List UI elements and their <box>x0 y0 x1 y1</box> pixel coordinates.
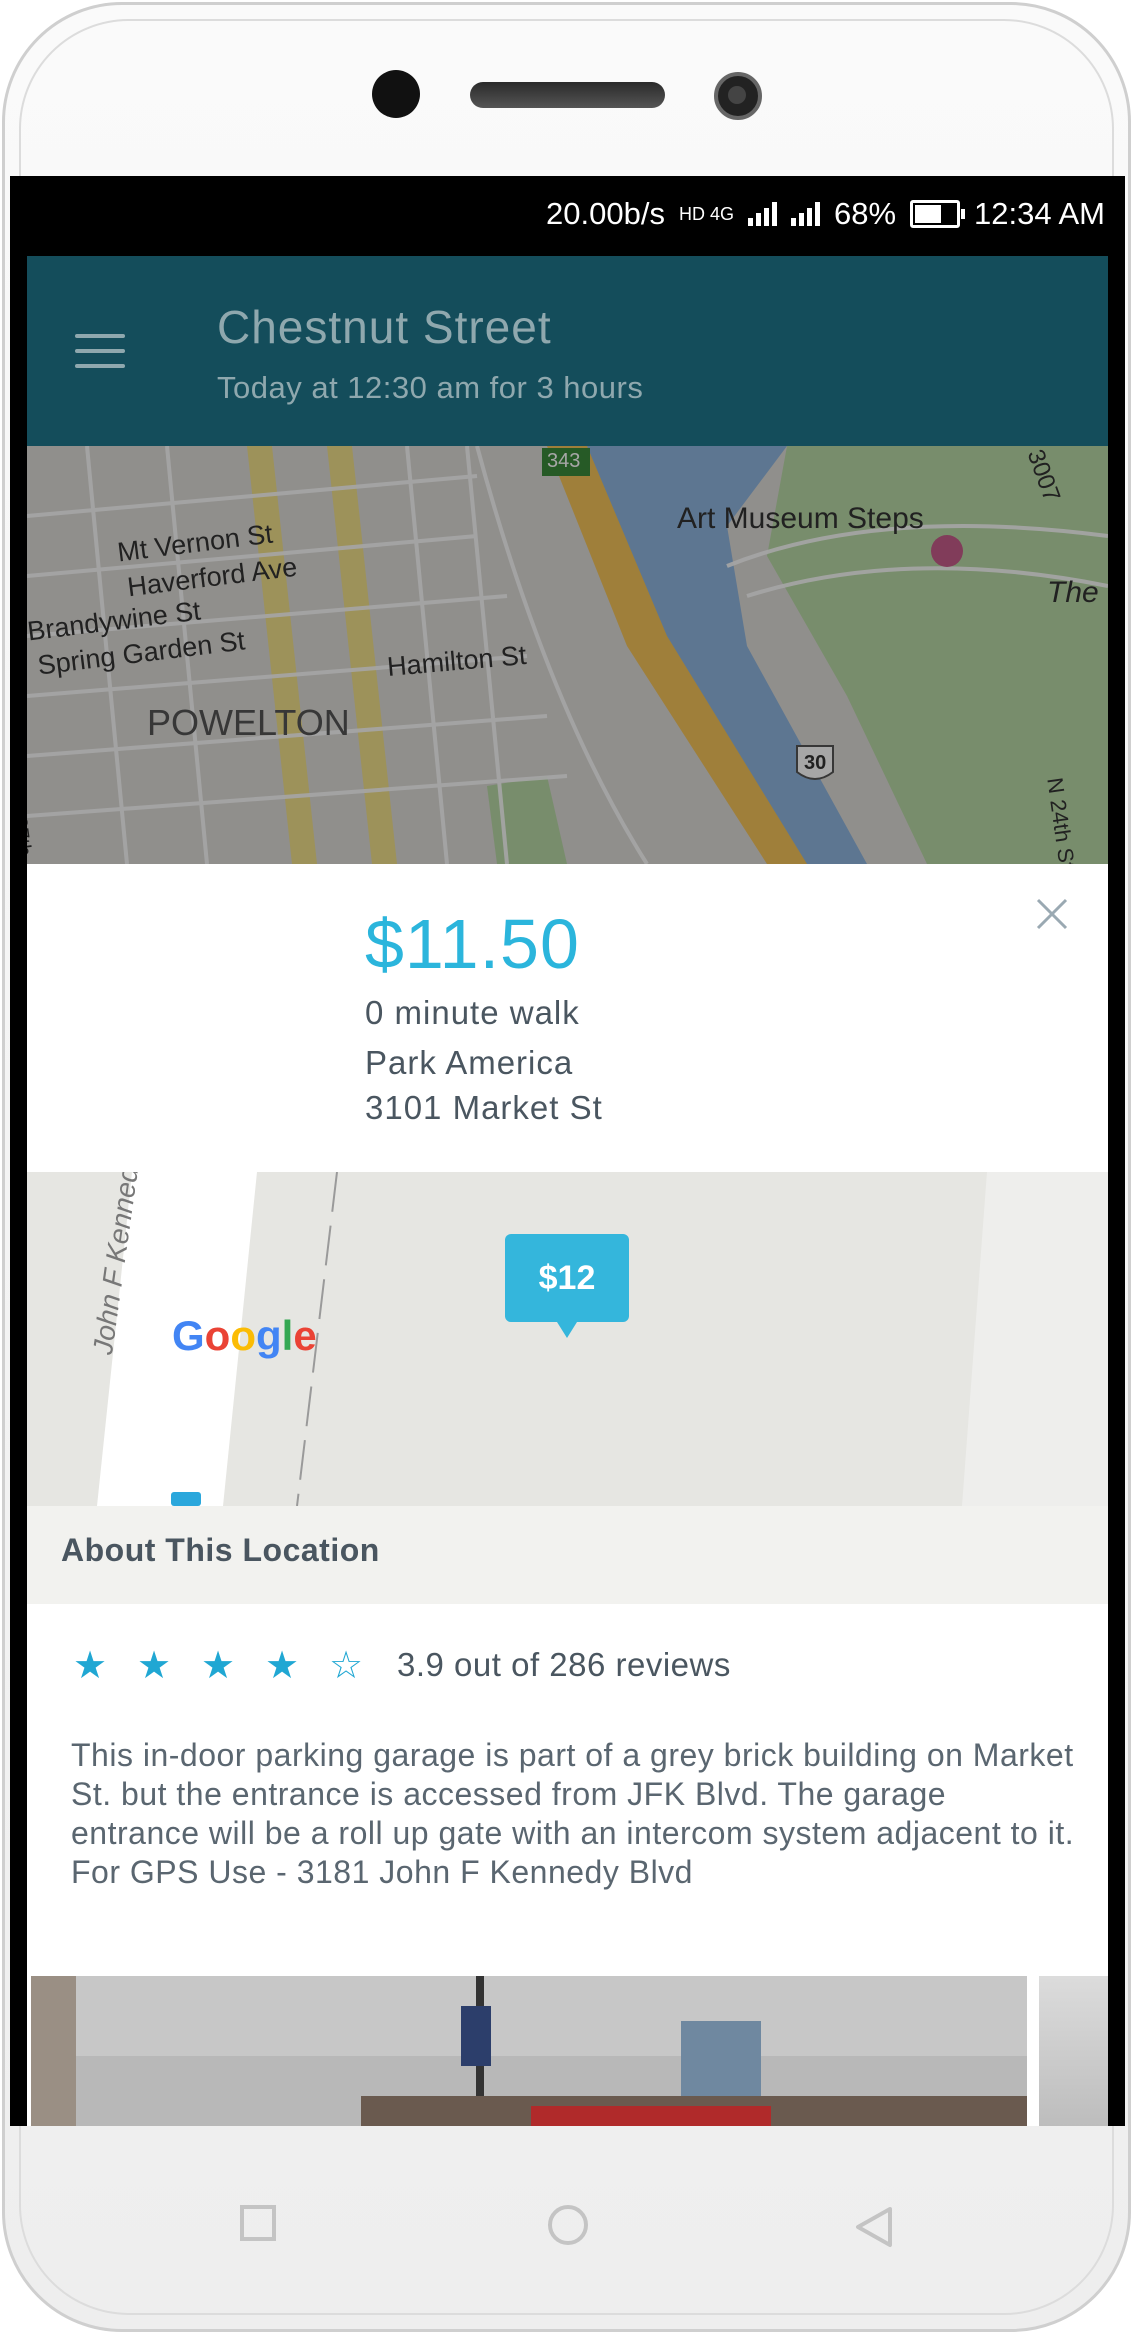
star-filled-icon: ★ <box>264 1643 300 1687</box>
walk-time: 0 minute walk <box>365 994 580 1031</box>
map-view[interactable]: 343 Art Museum Steps Mt Vernon St Haverf… <box>27 446 1108 864</box>
about-section-header: About This Location <box>27 1506 1108 1604</box>
location-photo[interactable] <box>31 1976 1027 2126</box>
star-filled-icon: ★ <box>200 1643 236 1687</box>
rating-row: ★ ★ ★ ★ ☆ 3.9 out of 286 reviews <box>67 1646 731 1684</box>
earpiece-speaker <box>470 82 665 108</box>
front-camera <box>714 72 762 120</box>
screen: 20.00b/s HD 4G 68% 12:34 AM Chestnut Str… <box>10 176 1125 2126</box>
battery-percent: 68% <box>833 196 897 231</box>
time-summary: Today at 12:30 am for 3 hours <box>217 370 644 405</box>
operator-name: Park America <box>365 1044 574 1081</box>
clock: 12:34 AM <box>974 196 1105 231</box>
photo-graphics <box>31 1976 1027 2126</box>
front-sensor <box>372 70 420 118</box>
close-icon[interactable] <box>1032 894 1072 934</box>
signal-icon-2 <box>790 202 820 226</box>
about-title: About This Location <box>61 1532 380 1568</box>
listing-card[interactable]: $11.50 0 minute walk Park America 3101 M… <box>27 864 1108 1172</box>
star-empty-icon: ☆ <box>328 1643 364 1687</box>
star-filled-icon: ★ <box>72 1643 108 1687</box>
network-type: HD 4G <box>678 203 734 224</box>
location-photo-next[interactable] <box>1039 1976 1108 2126</box>
listing-address: 3101 Market St <box>365 1089 603 1126</box>
app-header: Chestnut Street Today at 12:30 am for 3 … <box>27 256 1108 446</box>
network-speed: 20.00b/s <box>546 196 665 231</box>
map-dim-overlay <box>27 446 1108 864</box>
app-window: Chestnut Street Today at 12:30 am for 3 … <box>27 256 1108 2126</box>
signal-icon <box>747 202 777 226</box>
menu-icon[interactable] <box>75 334 125 370</box>
star-filled-icon: ★ <box>136 1643 172 1687</box>
home-button[interactable] <box>548 2205 588 2245</box>
google-logo: Google <box>172 1312 317 1359</box>
location-minimap[interactable]: John F Kennedy Blvd Google $12 <box>27 1172 1108 1506</box>
recent-apps-button[interactable] <box>240 2205 276 2241</box>
battery-icon <box>910 200 966 228</box>
status-bar: 20.00b/s HD 4G 68% 12:34 AM <box>10 176 1125 256</box>
location-description: This in-door parking garage is part of a… <box>71 1737 1075 1890</box>
listing-price: $11.50 <box>365 905 580 983</box>
location-title: Chestnut Street <box>217 301 552 353</box>
price-pin[interactable]: $12 <box>505 1234 629 1338</box>
back-button-icon[interactable] <box>852 2205 894 2249</box>
rating-text: 3.9 out of 286 reviews <box>397 1646 731 1683</box>
